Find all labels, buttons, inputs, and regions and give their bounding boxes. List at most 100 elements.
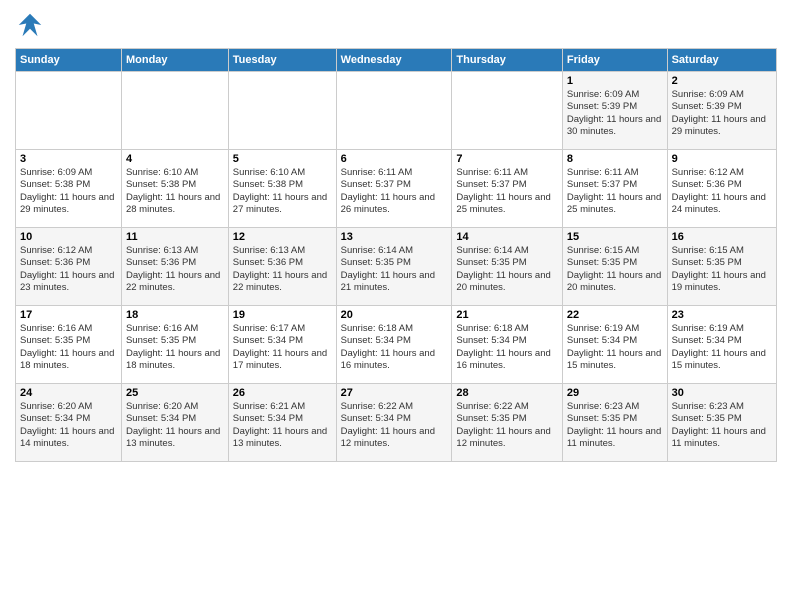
day-info: Sunrise: 6:18 AMSunset: 5:34 PMDaylight:… bbox=[456, 323, 557, 372]
day-cell: 1 Sunrise: 6:09 AMSunset: 5:39 PMDaylight… bbox=[562, 72, 667, 150]
day-cell: 2 Sunrise: 6:09 AMSunset: 5:39 PMDaylight… bbox=[667, 72, 776, 150]
day-cell: 12Sunrise: 6:13 AMSunset: 5:36 PMDayligh… bbox=[228, 228, 336, 306]
day-cell: 20 Sunrise: 6:18 AMSunset: 5:34 PMDayligh… bbox=[336, 306, 452, 384]
day-info: Sunrise: 6:15 AMSunset: 5:35 PMDaylight:… bbox=[672, 245, 772, 294]
week-row-3: 17 Sunrise: 6:16 AMSunset: 5:35 PMDayligh… bbox=[16, 306, 777, 384]
day-info: Sunrise: 6:20 AMSunset: 5:34 PMDaylight:… bbox=[20, 401, 117, 450]
day-cell: 23 Sunrise: 6:19 AMSunset: 5:34 PMDayligh… bbox=[667, 306, 776, 384]
day-number: 17 bbox=[20, 309, 117, 321]
day-cell: 25 Sunrise: 6:20 AMSunset: 5:34 PMDayligh… bbox=[121, 384, 228, 462]
header-saturday: Saturday bbox=[667, 49, 776, 72]
day-cell: 11 Sunrise: 6:13 AMSunset: 5:36 PMDayligh… bbox=[121, 228, 228, 306]
day-info: Sunrise: 6:20 AMSunset: 5:34 PMDaylight:… bbox=[126, 401, 224, 450]
day-cell: 24 Sunrise: 6:20 AMSunset: 5:34 PMDayligh… bbox=[16, 384, 122, 462]
day-cell bbox=[121, 72, 228, 150]
logo-bird-icon bbox=[15, 10, 45, 40]
day-number: 10 bbox=[20, 231, 117, 243]
day-cell: 3Sunrise: 6:09 AMSunset: 5:38 PMDaylight… bbox=[16, 150, 122, 228]
day-number: 4 bbox=[126, 153, 224, 165]
week-row-2: 10 Sunrise: 6:12 AMSunset: 5:36 PMDayligh… bbox=[16, 228, 777, 306]
day-info: Sunrise: 6:09 AMSunset: 5:39 PMDaylight:… bbox=[567, 89, 663, 138]
day-number: 1 bbox=[567, 75, 663, 87]
day-cell: 22Sunrise: 6:19 AMSunset: 5:34 PMDayligh… bbox=[562, 306, 667, 384]
calendar-table: SundayMondayTuesdayWednesdayThursdayFrid… bbox=[15, 48, 777, 462]
week-row-1: 3Sunrise: 6:09 AMSunset: 5:38 PMDaylight… bbox=[16, 150, 777, 228]
calendar-page: SundayMondayTuesdayWednesdayThursdayFrid… bbox=[0, 0, 792, 612]
header bbox=[15, 10, 777, 40]
day-cell: 7 Sunrise: 6:11 AMSunset: 5:37 PMDaylight… bbox=[452, 150, 562, 228]
day-info: Sunrise: 6:09 AMSunset: 5:39 PMDaylight:… bbox=[672, 89, 772, 138]
day-info: Sunrise: 6:11 AMSunset: 5:37 PMDaylight:… bbox=[341, 167, 448, 216]
day-cell bbox=[452, 72, 562, 150]
logo bbox=[15, 10, 49, 40]
day-cell: 27Sunrise: 6:22 AMSunset: 5:34 PMDayligh… bbox=[336, 384, 452, 462]
day-info: Sunrise: 6:18 AMSunset: 5:34 PMDaylight:… bbox=[341, 323, 448, 372]
day-info: Sunrise: 6:22 AMSunset: 5:35 PMDaylight:… bbox=[456, 401, 557, 450]
day-cell: 10 Sunrise: 6:12 AMSunset: 5:36 PMDayligh… bbox=[16, 228, 122, 306]
day-number: 19 bbox=[233, 309, 332, 321]
day-cell: 5Sunrise: 6:10 AMSunset: 5:38 PMDaylight… bbox=[228, 150, 336, 228]
day-info: Sunrise: 6:11 AMSunset: 5:37 PMDaylight:… bbox=[567, 167, 663, 216]
day-info: Sunrise: 6:14 AMSunset: 5:35 PMDaylight:… bbox=[341, 245, 448, 294]
header-thursday: Thursday bbox=[452, 49, 562, 72]
day-number: 5 bbox=[233, 153, 332, 165]
header-sunday: Sunday bbox=[16, 49, 122, 72]
day-cell: 4 Sunrise: 6:10 AMSunset: 5:38 PMDaylight… bbox=[121, 150, 228, 228]
day-number: 29 bbox=[567, 387, 663, 399]
day-info: Sunrise: 6:19 AMSunset: 5:34 PMDaylight:… bbox=[672, 323, 772, 372]
day-number: 15 bbox=[567, 231, 663, 243]
day-info: Sunrise: 6:16 AMSunset: 5:35 PMDaylight:… bbox=[20, 323, 117, 372]
day-number: 26 bbox=[233, 387, 332, 399]
day-cell bbox=[16, 72, 122, 150]
day-cell: 19 Sunrise: 6:17 AMSunset: 5:34 PMDayligh… bbox=[228, 306, 336, 384]
day-info: Sunrise: 6:12 AMSunset: 5:36 PMDaylight:… bbox=[20, 245, 117, 294]
day-info: Sunrise: 6:21 AMSunset: 5:34 PMDaylight:… bbox=[233, 401, 332, 450]
day-number: 16 bbox=[672, 231, 772, 243]
day-number: 30 bbox=[672, 387, 772, 399]
day-number: 7 bbox=[456, 153, 557, 165]
day-number: 2 bbox=[672, 75, 772, 87]
day-number: 18 bbox=[126, 309, 224, 321]
day-cell: 17 Sunrise: 6:16 AMSunset: 5:35 PMDayligh… bbox=[16, 306, 122, 384]
day-number: 3 bbox=[20, 153, 117, 165]
day-number: 6 bbox=[341, 153, 448, 165]
day-cell: 15 Sunrise: 6:15 AMSunset: 5:35 PMDayligh… bbox=[562, 228, 667, 306]
header-wednesday: Wednesday bbox=[336, 49, 452, 72]
day-number: 12 bbox=[233, 231, 332, 243]
day-cell: 6 Sunrise: 6:11 AMSunset: 5:37 PMDaylight… bbox=[336, 150, 452, 228]
calendar-header-row: SundayMondayTuesdayWednesdayThursdayFrid… bbox=[16, 49, 777, 72]
day-number: 11 bbox=[126, 231, 224, 243]
day-number: 23 bbox=[672, 309, 772, 321]
day-info: Sunrise: 6:12 AMSunset: 5:36 PMDaylight:… bbox=[672, 167, 772, 216]
day-cell: 13 Sunrise: 6:14 AMSunset: 5:35 PMDayligh… bbox=[336, 228, 452, 306]
week-row-4: 24 Sunrise: 6:20 AMSunset: 5:34 PMDayligh… bbox=[16, 384, 777, 462]
day-number: 20 bbox=[341, 309, 448, 321]
day-number: 9 bbox=[672, 153, 772, 165]
day-number: 24 bbox=[20, 387, 117, 399]
day-cell: 29 Sunrise: 6:23 AMSunset: 5:35 PMDayligh… bbox=[562, 384, 667, 462]
day-cell: 8Sunrise: 6:11 AMSunset: 5:37 PMDaylight… bbox=[562, 150, 667, 228]
day-number: 21 bbox=[456, 309, 557, 321]
day-cell bbox=[336, 72, 452, 150]
day-info: Sunrise: 6:19 AMSunset: 5:34 PMDaylight:… bbox=[567, 323, 663, 372]
day-number: 28 bbox=[456, 387, 557, 399]
day-info: Sunrise: 6:23 AMSunset: 5:35 PMDaylight:… bbox=[672, 401, 772, 450]
day-cell: 26 Sunrise: 6:21 AMSunset: 5:34 PMDayligh… bbox=[228, 384, 336, 462]
header-monday: Monday bbox=[121, 49, 228, 72]
day-cell: 30 Sunrise: 6:23 AMSunset: 5:35 PMDayligh… bbox=[667, 384, 776, 462]
day-info: Sunrise: 6:10 AMSunset: 5:38 PMDaylight:… bbox=[126, 167, 224, 216]
header-friday: Friday bbox=[562, 49, 667, 72]
day-cell: 21 Sunrise: 6:18 AMSunset: 5:34 PMDayligh… bbox=[452, 306, 562, 384]
day-info: Sunrise: 6:13 AMSunset: 5:36 PMDaylight:… bbox=[126, 245, 224, 294]
week-row-0: 1 Sunrise: 6:09 AMSunset: 5:39 PMDaylight… bbox=[16, 72, 777, 150]
day-info: Sunrise: 6:17 AMSunset: 5:34 PMDaylight:… bbox=[233, 323, 332, 372]
day-number: 27 bbox=[341, 387, 448, 399]
day-number: 13 bbox=[341, 231, 448, 243]
day-info: Sunrise: 6:15 AMSunset: 5:35 PMDaylight:… bbox=[567, 245, 663, 294]
day-info: Sunrise: 6:23 AMSunset: 5:35 PMDaylight:… bbox=[567, 401, 663, 450]
day-cell: 14 Sunrise: 6:14 AMSunset: 5:35 PMDayligh… bbox=[452, 228, 562, 306]
day-info: Sunrise: 6:14 AMSunset: 5:35 PMDaylight:… bbox=[456, 245, 557, 294]
day-number: 25 bbox=[126, 387, 224, 399]
day-number: 14 bbox=[456, 231, 557, 243]
day-info: Sunrise: 6:11 AMSunset: 5:37 PMDaylight:… bbox=[456, 167, 557, 216]
